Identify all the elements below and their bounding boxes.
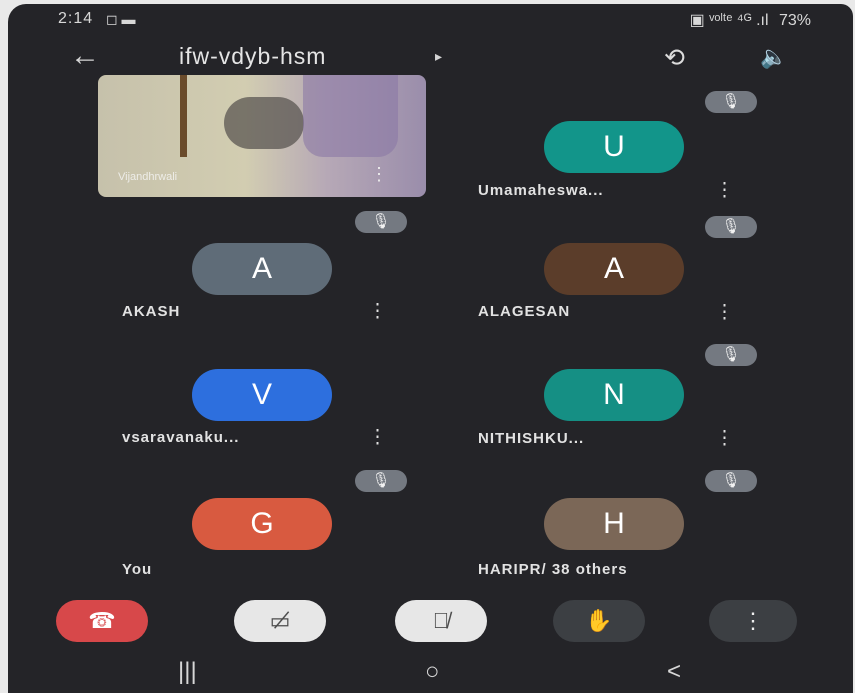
recent-apps-button[interactable]: |||	[178, 658, 197, 686]
status-bar: 2:14 ◻ ▬ ▣ ᵛᵒˡᵗᵉ ⁴ᴳ .ıl 73%	[8, 4, 853, 34]
speaker-button[interactable]: 🔈	[760, 44, 787, 70]
camera-switch-button[interactable]: ⟲	[664, 43, 685, 73]
status-left-icons: ◻ ▬	[106, 11, 136, 27]
avatar: A	[544, 243, 684, 295]
avatar: A	[192, 243, 332, 295]
recent-apps-icon: |||	[178, 658, 197, 685]
participant-tile[interactable]: V vsaravanaku... ⋮	[122, 356, 462, 480]
avatar: G	[192, 498, 332, 550]
avatar: N	[544, 369, 684, 421]
mic-muted-icon: 🎙	[355, 211, 407, 233]
android-nav-bar: ||| ○ <	[8, 654, 853, 692]
meeting-code[interactable]: ifw-vdyb-hsm	[179, 43, 326, 70]
status-time: 2:14	[58, 10, 94, 27]
speaker-icon: 🔈	[760, 44, 788, 69]
participant-more-icon[interactable]: ⋮	[368, 428, 387, 448]
mic-off-icon: 🎙̸	[432, 608, 450, 633]
status-right-icons: ▣ ᵛᵒˡᵗᵉ ⁴ᴳ .ıl 73%	[690, 10, 811, 30]
video-person	[224, 97, 304, 149]
participant-name: NITHISHKU...	[478, 430, 585, 447]
nav-back-button[interactable]: <	[667, 658, 681, 686]
status-signal-icons: ▣ ᵛᵒˡᵗᵉ ⁴ᴳ .ıl	[689, 12, 769, 29]
meeting-caret-icon[interactable]: ▸	[435, 48, 442, 65]
end-call-button[interactable]: ☎	[56, 600, 148, 642]
more-options-button[interactable]: ⋮	[709, 600, 797, 642]
participant-more-icon[interactable]: ⋮	[715, 181, 734, 201]
video-wood-beam	[180, 75, 187, 157]
participant-tile[interactable]: A ALAGESAN ⋮	[478, 232, 818, 356]
self-video-tile[interactable]: Vijandhrwali ⋮	[98, 75, 426, 197]
participant-name: AKASH	[122, 303, 181, 320]
video-background-cloth	[303, 75, 398, 157]
participant-name: You	[122, 561, 153, 578]
back-arrow-button[interactable]: ←	[70, 38, 110, 74]
participant-more-icon[interactable]: ⋮	[715, 429, 734, 449]
home-button[interactable]: ○	[425, 658, 440, 686]
participant-tile[interactable]: H HARIPR/ 38 others	[478, 486, 818, 610]
more-vertical-icon: ⋮	[742, 608, 764, 633]
participant-tile[interactable]: U Umamaheswa... ⋮	[478, 109, 818, 233]
phone-hangup-icon: ☎	[88, 608, 116, 633]
avatar: V	[192, 369, 332, 421]
avatar: H	[544, 498, 684, 550]
battery-percentage: 73%	[778, 12, 811, 29]
participant-name: ALAGESAN	[478, 303, 571, 320]
arrow-left-icon: ←	[70, 39, 100, 72]
participant-name: vsaravanaku...	[122, 429, 240, 446]
participant-more-icon[interactable]: ⋮	[715, 303, 734, 323]
participant-name: HARIPR/ 38 others	[478, 561, 628, 578]
camera-switch-icon: ⟲	[664, 44, 685, 72]
mic-toggle-button[interactable]: 🎙̸	[395, 600, 487, 642]
participant-tile[interactable]: G You	[122, 486, 462, 610]
participant-tile[interactable]: N NITHISHKU... ⋮	[478, 356, 818, 480]
home-icon: ○	[425, 658, 440, 685]
raise-hand-button[interactable]: ✋	[553, 600, 645, 642]
participant-tile[interactable]: A AKASH ⋮	[122, 232, 462, 356]
camera-off-icon: ▭̸	[269, 608, 291, 633]
self-video-more-icon[interactable]: ⋮	[370, 164, 388, 185]
participant-name: Umamaheswa...	[478, 182, 604, 199]
camera-toggle-button[interactable]: ▭̸	[234, 600, 326, 642]
nav-back-icon: <	[667, 658, 682, 685]
raise-hand-icon: ✋	[585, 608, 613, 633]
meeting-header: ← ifw-vdyb-hsm ▸ ⟲ 🔈	[8, 36, 853, 80]
meeting-control-bar: ☎ ▭̸ 🎙̸ ✋ ⋮	[8, 597, 853, 647]
phone-screen: 2:14 ◻ ▬ ▣ ᵛᵒˡᵗᵉ ⁴ᴳ .ıl 73% ← ifw-vdyb-h…	[8, 4, 853, 693]
avatar: U	[544, 121, 684, 173]
participant-more-icon[interactable]: ⋮	[368, 302, 387, 322]
self-video-label: Vijandhrwali	[118, 171, 178, 183]
